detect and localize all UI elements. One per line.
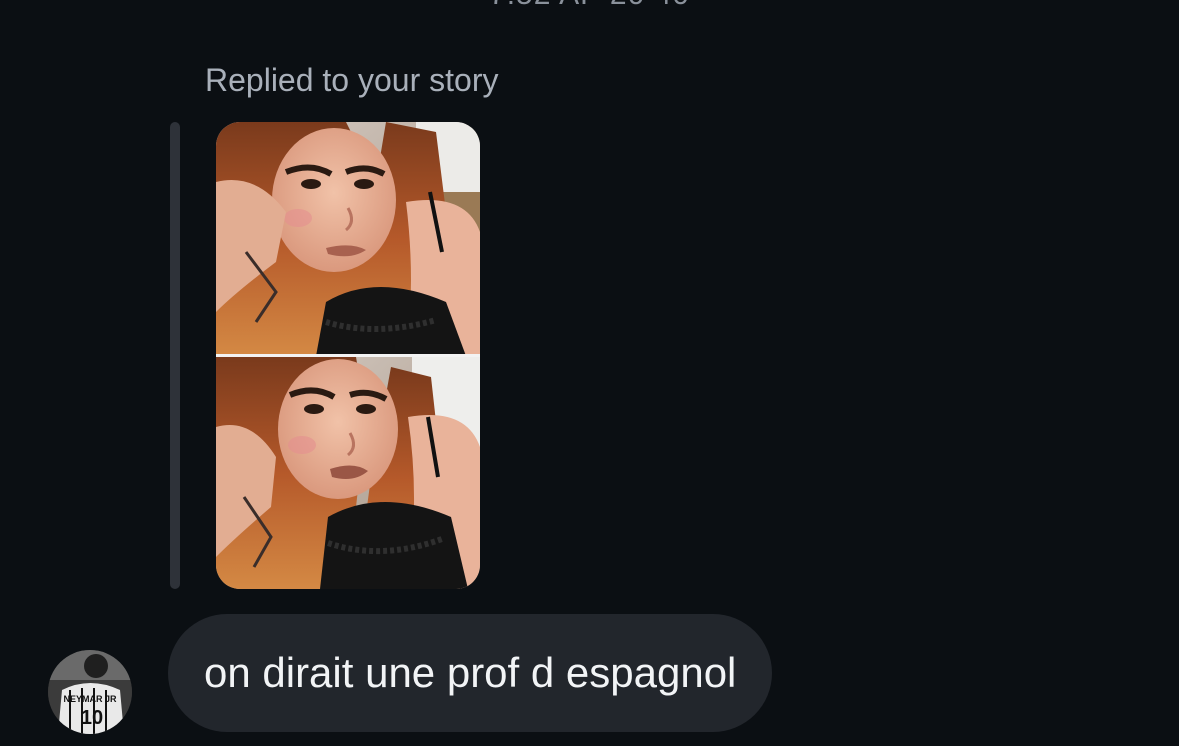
sender-avatar[interactable]: NEYMAR JR 10 <box>48 650 132 734</box>
story-image <box>216 122 480 589</box>
avatar-jersey-image: NEYMAR JR 10 <box>48 650 132 734</box>
message-timestamp: 7:52 AP 20 40 <box>0 0 1179 12</box>
avatar-jersey-number: 10 <box>81 707 103 729</box>
message-bubble[interactable]: on dirait une prof d espagnol <box>168 614 773 732</box>
avatar-jersey-name: NEYMAR JR <box>63 694 117 704</box>
replied-to-story-label: Replied to your story <box>205 62 499 98</box>
story-photo-bottom <box>216 357 480 589</box>
story-preview[interactable] <box>216 122 480 589</box>
story-photo-top <box>216 122 480 356</box>
reply-quote-bar <box>170 122 180 589</box>
dm-thread: 7:52 AP 20 40 Replied to your story <box>0 0 1179 746</box>
message-row: NEYMAR JR 10 on dirait une prof d espagn… <box>0 614 1179 734</box>
